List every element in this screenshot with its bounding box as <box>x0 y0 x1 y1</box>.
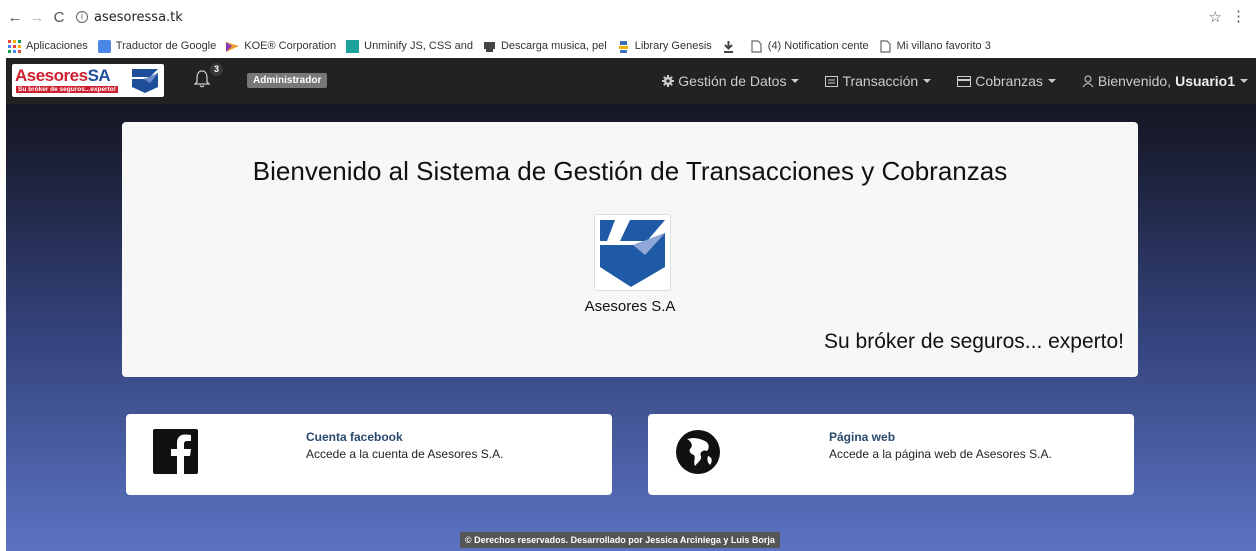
bookmark-label: Unminify JS, CSS and <box>364 40 473 52</box>
bell-icon[interactable] <box>194 70 210 88</box>
globe-icon <box>676 430 720 474</box>
menu-cobranzas[interactable]: Cobranzas <box>957 73 1056 89</box>
top-navbar: AsesoresSA Su bróker de seguros...expert… <box>6 58 1256 104</box>
gear-icon <box>662 75 675 87</box>
koe-logo-icon <box>226 40 240 53</box>
slogan: Su bróker de seguros... experto! <box>824 330 1124 353</box>
brand-name-blue: SA <box>87 66 111 85</box>
bookmark-notification-center[interactable]: (4) Notification cente <box>750 39 869 53</box>
browser-toolbar: ← → C i asesoressa.tk ☆ ⋮ <box>0 0 1256 34</box>
download-arrow-icon <box>722 40 735 53</box>
bookmark-label: (4) Notification cente <box>767 40 869 52</box>
bookmark-star-icon[interactable]: ☆ <box>1209 8 1222 26</box>
logo-caption: Asesores S.A <box>584 298 676 315</box>
bookmark-label: Aplicaciones <box>26 40 88 52</box>
page-icon <box>750 39 763 53</box>
info-icon[interactable]: i <box>76 11 88 23</box>
chevron-down-icon <box>1047 79 1056 83</box>
back-arrow-icon[interactable]: ← <box>4 9 26 26</box>
card-description: Accede a la cuenta de Asesores S.A. <box>306 447 504 461</box>
welcome-panel: Bienvenido al Sistema de Gestión de Tran… <box>122 122 1138 377</box>
translate-icon <box>97 39 111 53</box>
company-logo <box>594 214 671 291</box>
brand-emblem-icon <box>132 69 158 93</box>
chevron-down-icon <box>1240 79 1248 83</box>
facebook-icon <box>153 429 198 474</box>
bookmark-label: KOE® Corporation <box>244 40 337 52</box>
menu-user[interactable]: Bienvenido, Usuario1 <box>1082 73 1248 89</box>
brand-name-red: Asesores <box>15 66 88 85</box>
reload-icon[interactable]: C <box>48 9 70 26</box>
website-card[interactable]: Página web Accede a la página web de Ase… <box>648 414 1134 495</box>
username: Usuario1 <box>1175 73 1235 89</box>
bookmark-mi-villano[interactable]: Mi villano favorito 3 <box>879 39 991 53</box>
apps-grid-icon <box>8 39 21 53</box>
forward-arrow-icon[interactable]: → <box>26 9 48 26</box>
list-icon <box>825 75 839 87</box>
bookmark-koe[interactable]: KOE® Corporation <box>226 40 336 53</box>
footer-credits: © Derechos reservados. Desarrollado por … <box>460 532 780 548</box>
menu-label: Transacción <box>842 73 919 89</box>
bookmark-library-genesis[interactable]: Library Genesis <box>617 40 712 53</box>
brand-tagline: Su bróker de seguros...experto! <box>16 86 118 93</box>
asesores-emblem-icon <box>600 220 665 287</box>
app-viewport: AsesoresSA Su bróker de seguros...expert… <box>6 58 1256 551</box>
bookmark-label: Traductor de Google <box>115 40 217 52</box>
url-text: asesoressa.tk <box>94 9 183 25</box>
bookmark-traductor[interactable]: Traductor de Google <box>97 39 217 53</box>
card-description: Accede a la página web de Asesores S.A. <box>829 447 1052 461</box>
nav-menu: Gestión de Datos Transacción Cobranzas B… <box>662 58 1256 104</box>
unminify-icon <box>346 39 360 53</box>
chevron-down-icon <box>923 79 932 83</box>
bookmark-label: Descarga musica, pel <box>500 40 607 52</box>
user-icon <box>1082 75 1094 87</box>
menu-label: Cobranzas <box>975 73 1043 89</box>
brand-logo[interactable]: AsesoresSA Su bróker de seguros...expert… <box>12 64 164 97</box>
notification-count-badge: 3 <box>210 63 223 76</box>
address-bar[interactable]: i asesoressa.tk <box>76 10 183 25</box>
card-title[interactable]: Cuenta facebook <box>306 430 403 444</box>
download-site-icon <box>483 40 496 53</box>
menu-label: Gestión de Datos <box>678 73 787 89</box>
menu-transaccion[interactable]: Transacción <box>825 73 932 89</box>
facebook-card[interactable]: Cuenta facebook Accede a la cuenta de As… <box>126 414 612 495</box>
brand-name: AsesoresSA <box>15 66 111 86</box>
page-title: Bienvenido al Sistema de Gestión de Tran… <box>252 156 1008 186</box>
bookmark-download[interactable] <box>722 40 740 53</box>
welcome-text: Bienvenido, <box>1097 73 1172 89</box>
bookmark-aplicaciones[interactable]: Aplicaciones <box>8 39 88 53</box>
bookmark-descarga[interactable]: Descarga musica, pel <box>483 40 607 53</box>
browser-menu-icon[interactable]: ⋮ <box>1231 7 1246 25</box>
bookmark-unminify[interactable]: Unminify JS, CSS and <box>346 39 473 53</box>
library-icon <box>617 40 630 53</box>
card-title[interactable]: Página web <box>829 430 895 444</box>
menu-gestion-datos[interactable]: Gestión de Datos <box>662 73 800 89</box>
role-badge: Administrador <box>247 73 328 88</box>
credit-card-icon <box>957 75 972 87</box>
bookmark-label: Mi villano favorito 3 <box>896 40 991 52</box>
bookmark-label: Library Genesis <box>634 40 712 52</box>
chevron-down-icon <box>791 79 800 83</box>
page-icon <box>879 39 892 53</box>
bookmarks-bar: Aplicaciones Traductor de Google KOE® Co… <box>0 34 1256 58</box>
